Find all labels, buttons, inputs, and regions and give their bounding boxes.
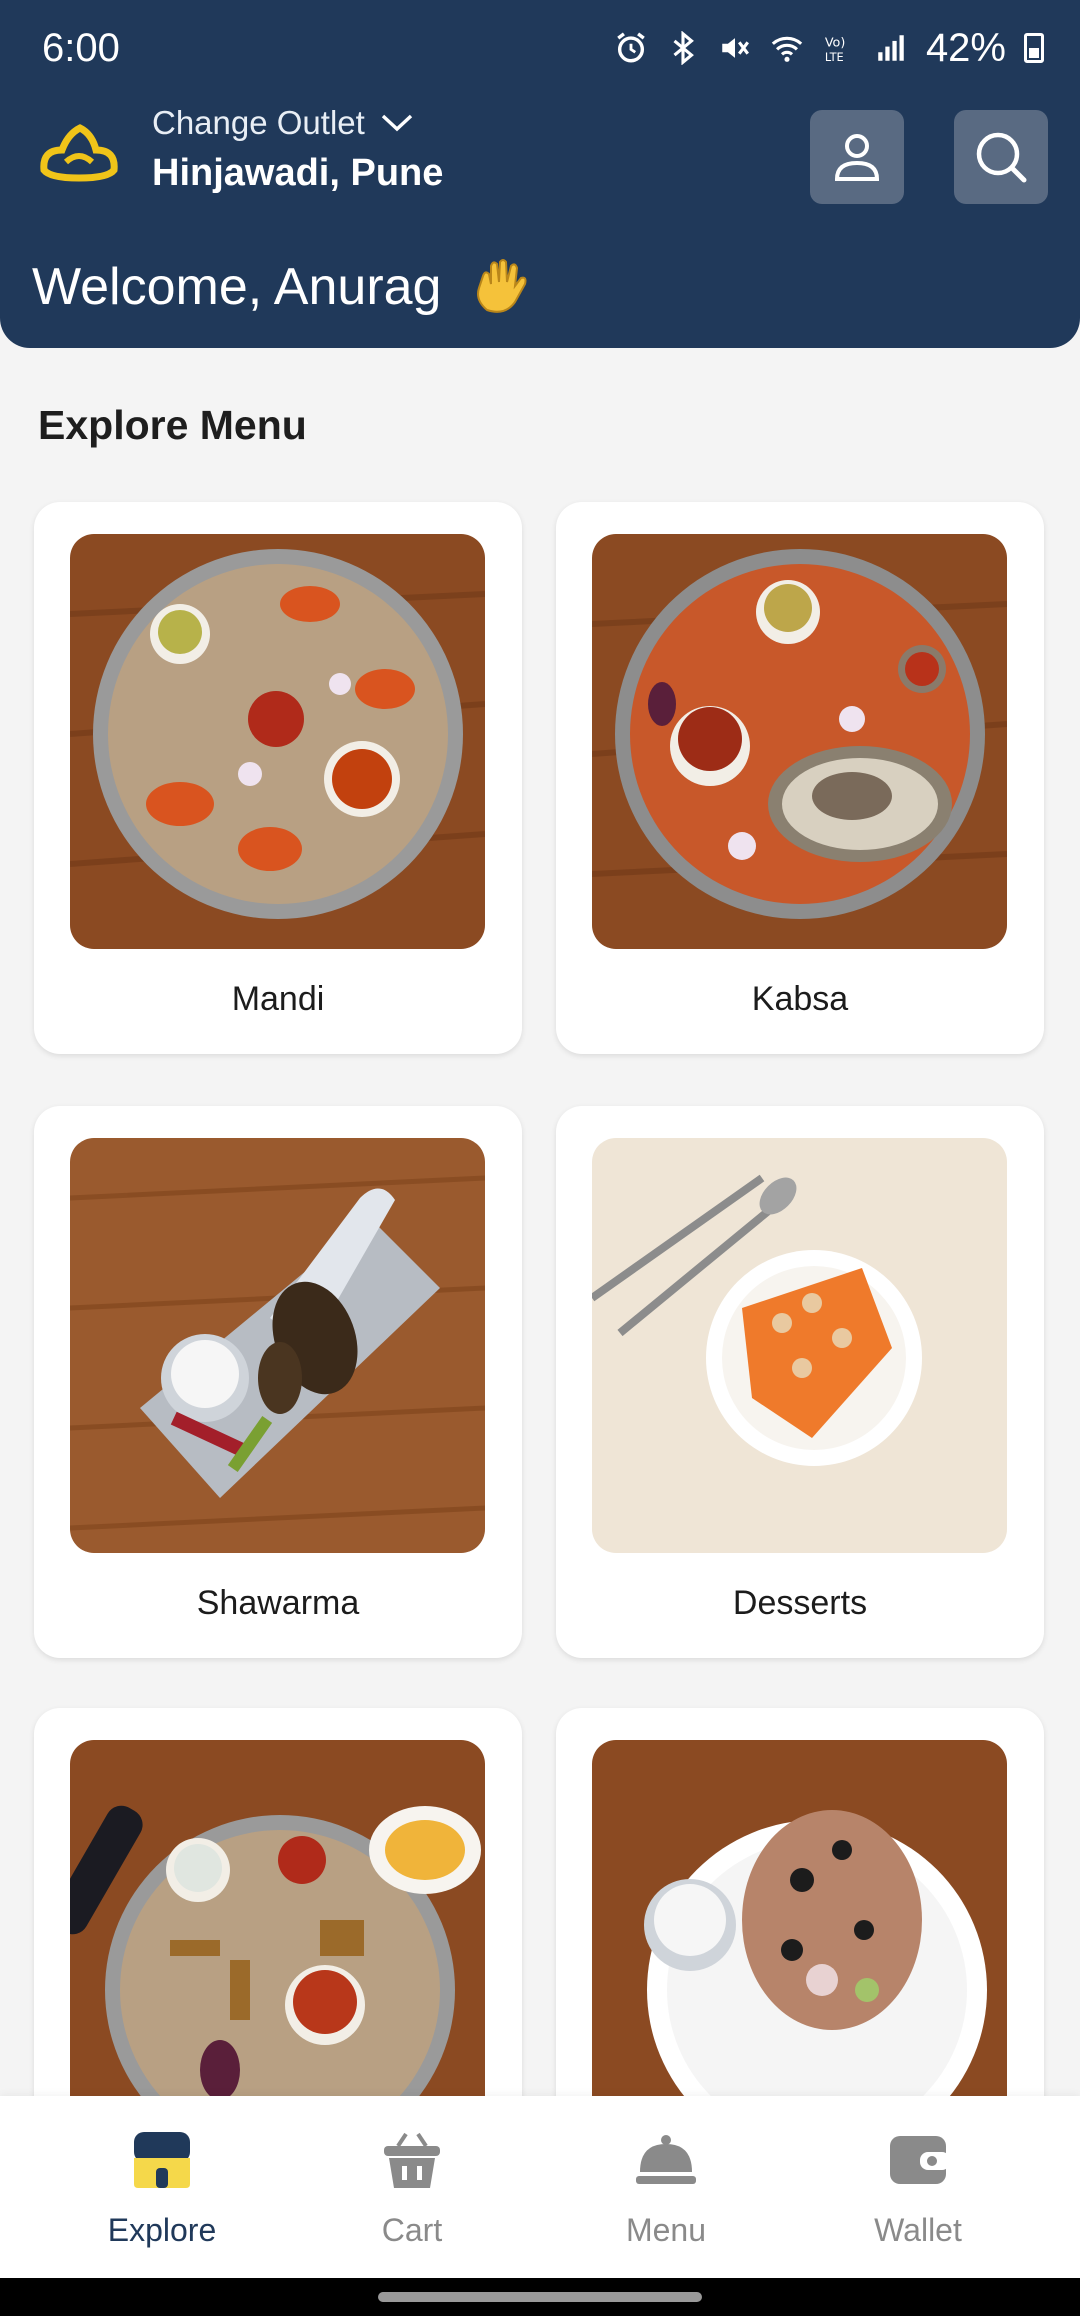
bottom-navigation: Explore Cart Menu Wallet: [0, 2096, 1080, 2278]
nav-explore[interactable]: Explore: [62, 2128, 262, 2249]
explore-menu-title: Explore Menu: [38, 402, 307, 448]
shawarma-image: [70, 1138, 485, 1553]
menu-card-label: Kabsa: [751, 980, 849, 1018]
menu-card-label: Desserts: [732, 1584, 868, 1622]
nav-label: Cart: [381, 2212, 443, 2248]
status-time: 6:00: [42, 25, 120, 70]
menu-card-mandi[interactable]: Mandi: [34, 502, 522, 1054]
alarm-icon: [617, 32, 645, 63]
nav-label: Wallet: [874, 2212, 962, 2248]
cloche-icon: [636, 2135, 696, 2184]
battery-level: 42%: [925, 25, 1006, 70]
menu-card-desserts[interactable]: Desserts: [556, 1106, 1044, 1658]
bluetooth-icon: [673, 31, 694, 65]
change-outlet-button[interactable]: Change Outlet: [152, 104, 415, 142]
status-bar: 6:00 Vo) LTE 42%: [42, 18, 1044, 78]
search-icon: [976, 132, 1027, 183]
store-icon: [134, 2132, 190, 2188]
nav-cart[interactable]: Cart: [312, 2128, 512, 2249]
user-icon: [834, 134, 880, 181]
search-button[interactable]: [954, 110, 1048, 204]
nav-wallet[interactable]: Wallet: [818, 2128, 1018, 2249]
svg-text:Vo): Vo): [825, 36, 846, 51]
menu-card-shawarma[interactable]: Shawarma: [34, 1106, 522, 1658]
brand-logo: [40, 124, 118, 182]
profile-button[interactable]: [810, 110, 904, 204]
menu-card-label: Mandi: [231, 980, 325, 1018]
menu-card-kabsa[interactable]: Kabsa: [556, 502, 1044, 1054]
battery-icon: [1024, 33, 1044, 63]
basket-icon: [384, 2132, 440, 2188]
chevron-down-icon: [381, 114, 412, 132]
kabsa-image: [592, 534, 1007, 949]
mandi-image: [70, 534, 485, 949]
wallet-icon: [890, 2136, 950, 2184]
home-gesture-handle[interactable]: [378, 2292, 702, 2302]
app-header: 6:00 Vo) LTE 42% Change Outlet Hinjawadi,…: [0, 0, 1080, 348]
nav-label: Menu: [625, 2212, 707, 2248]
svg-text:LTE: LTE: [825, 50, 844, 64]
volte-icon: Vo)LTE: [825, 36, 846, 64]
nav-menu[interactable]: Menu: [566, 2128, 766, 2249]
welcome-message: Welcome, Anurag: [32, 256, 531, 318]
outlet-location: Hinjawadi, Pune: [152, 152, 444, 194]
salad-image: [592, 1740, 1007, 2155]
wifi-icon: [771, 36, 803, 62]
gesture-bar: [0, 2278, 1080, 2316]
signal-icon: [878, 35, 904, 61]
mute-icon: [722, 38, 749, 58]
change-outlet-label: Change Outlet: [152, 104, 365, 141]
platter-image: [70, 1740, 485, 2155]
wave-hand-icon: [477, 259, 527, 313]
menu-card-label: Shawarma: [196, 1584, 360, 1622]
desserts-image: [592, 1138, 1007, 1553]
welcome-text: Welcome, Anurag: [32, 258, 442, 316]
nav-label: Explore: [107, 2212, 217, 2248]
